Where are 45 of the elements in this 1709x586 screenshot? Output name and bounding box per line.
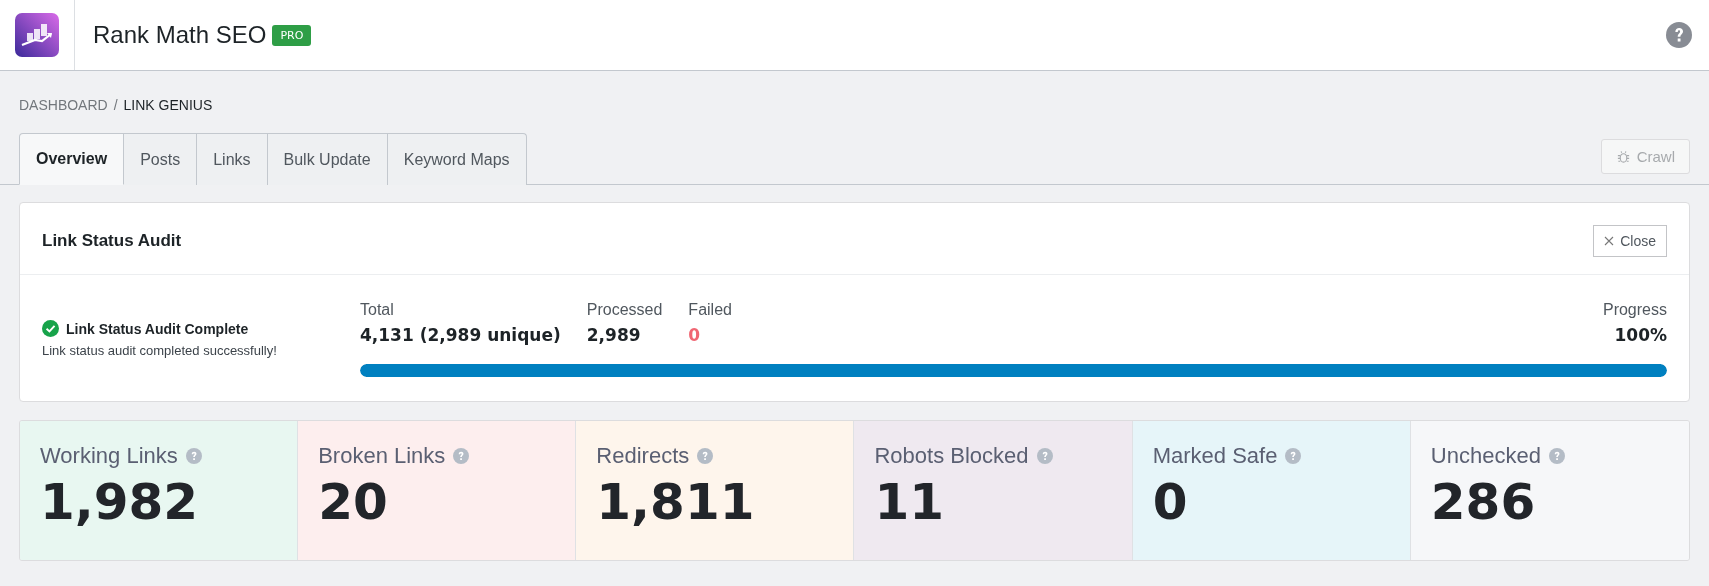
help-icon[interactable] bbox=[697, 448, 714, 464]
tab[interactable]: Keyword Maps bbox=[387, 133, 527, 185]
logo-icon bbox=[15, 13, 59, 57]
breadcrumb-item[interactable]: DASHBOARD bbox=[19, 97, 108, 113]
metric-label: Total bbox=[360, 301, 395, 319]
tab[interactable]: Overview bbox=[19, 133, 125, 185]
tab[interactable]: Posts bbox=[124, 133, 198, 185]
pro-badge: PRO bbox=[272, 24, 312, 46]
metric-label: Processed bbox=[586, 301, 663, 319]
stat-label: Broken Links bbox=[318, 443, 446, 469]
help-icon[interactable] bbox=[1666, 22, 1692, 48]
close-icon bbox=[1604, 236, 1615, 246]
breadcrumb-item: LINK GENIUS bbox=[123, 97, 213, 113]
stat-label: Robots Blocked bbox=[874, 443, 1029, 469]
stat-value: 1,982 bbox=[40, 475, 200, 530]
metric-value: 0 bbox=[688, 325, 702, 345]
status-title: Link Status Audit Complete bbox=[66, 320, 249, 337]
bug-icon bbox=[1615, 149, 1631, 164]
app-title: Rank Math SEO bbox=[93, 21, 267, 49]
metric-value: 2,989 bbox=[586, 325, 642, 345]
help-icon[interactable] bbox=[1548, 448, 1565, 464]
help-icon[interactable] bbox=[185, 448, 202, 464]
status-text: Link status audit completed successfully! bbox=[42, 343, 278, 358]
help-icon[interactable] bbox=[1036, 448, 1053, 464]
stat-label: Marked Safe bbox=[1152, 443, 1278, 469]
help-icon[interactable] bbox=[1285, 448, 1302, 464]
stat-label: Redirects bbox=[596, 443, 690, 469]
stat-value: 286 bbox=[1430, 475, 1537, 530]
stat-value: 0 bbox=[1152, 475, 1189, 530]
breadcrumb-separator: / bbox=[113, 97, 118, 113]
close-button[interactable]: Close bbox=[1593, 225, 1667, 257]
stat-label: Unchecked bbox=[1430, 443, 1541, 469]
card-title: Link Status Audit bbox=[42, 231, 182, 251]
stat-value: 1,811 bbox=[596, 475, 756, 530]
metric-value: 4,131 (2,989 unique) bbox=[360, 325, 561, 345]
stat-value: 11 bbox=[874, 475, 946, 530]
check-icon bbox=[42, 320, 59, 337]
stat-label: Working Links bbox=[40, 443, 178, 469]
stat-value: 20 bbox=[318, 475, 389, 530]
progress-value: 100% bbox=[1614, 325, 1667, 345]
tab[interactable]: Bulk Update bbox=[267, 133, 388, 185]
metric-label: Failed bbox=[688, 301, 732, 319]
help-icon[interactable] bbox=[453, 448, 470, 464]
progress-label: Progress bbox=[1602, 301, 1667, 319]
tab[interactable]: Links bbox=[197, 133, 268, 185]
